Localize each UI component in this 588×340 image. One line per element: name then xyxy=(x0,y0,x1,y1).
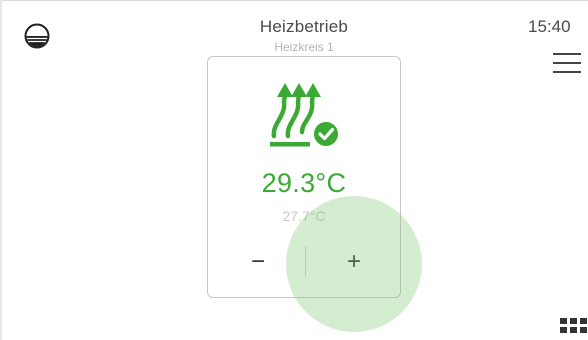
left-edge xyxy=(0,0,2,340)
button-divider xyxy=(305,246,306,276)
clock: 15:40 xyxy=(528,17,571,36)
increase-temperature-button[interactable]: + xyxy=(334,244,374,280)
page-title: Heizbetrieb xyxy=(259,17,349,36)
grid-apps-icon[interactable] xyxy=(560,318,588,340)
top-divider xyxy=(0,0,588,1)
page-subtitle: Heizkreis 1 xyxy=(274,40,334,54)
secondary-temperature: 27.7°C xyxy=(282,208,326,224)
heating-with-check-icon xyxy=(270,83,338,147)
hamburger-menu-icon[interactable] xyxy=(553,52,581,74)
current-temperature: 29.3°C xyxy=(261,168,347,198)
decrease-temperature-button[interactable]: − xyxy=(238,244,278,280)
heating-screen: Heizbetrieb Heizkreis 1 15:40 29.3°C 27.… xyxy=(0,0,588,340)
water-level-icon[interactable] xyxy=(23,22,51,50)
